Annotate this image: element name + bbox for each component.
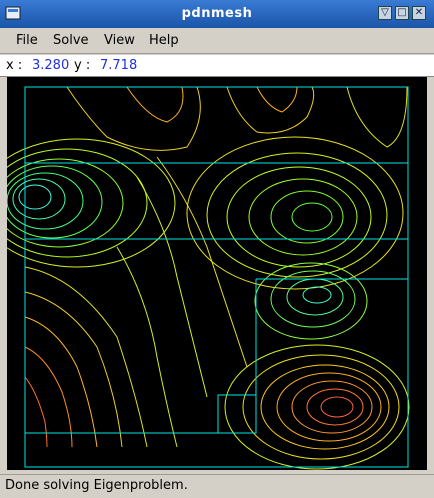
window-title: pdnmesh	[181, 6, 253, 21]
menu-solve[interactable]: Solve	[53, 33, 89, 48]
status-bar: Done solving Eigenproblem.	[0, 474, 434, 498]
menu-view[interactable]: View	[104, 33, 135, 48]
contour-plot	[0, 86, 410, 470]
mesh-canvas[interactable]	[0, 77, 427, 470]
status-text: Done solving Eigenproblem.	[5, 478, 188, 493]
maximize-icon[interactable]: □	[395, 6, 409, 20]
menu-file[interactable]: File	[16, 33, 38, 48]
pdnmesh-window: pdnmesh ▽ □ ✕ File Solve View Help x : 3…	[0, 0, 434, 498]
menu-help[interactable]: Help	[149, 33, 179, 48]
close-icon[interactable]: ✕	[412, 6, 426, 20]
title-bar[interactable]: pdnmesh ▽ □ ✕	[0, 0, 434, 28]
contour-lines	[0, 86, 410, 470]
shade-icon[interactable]: ▽	[378, 6, 392, 20]
coordinate-readout: x : 3.280 y : 7.718	[0, 55, 434, 77]
x-label: x :	[6, 58, 23, 73]
x-value: 3.280	[32, 58, 70, 73]
y-value: 7.718	[100, 58, 138, 73]
menu-bar: File Solve View Help	[0, 28, 434, 54]
y-label: y :	[74, 58, 91, 73]
